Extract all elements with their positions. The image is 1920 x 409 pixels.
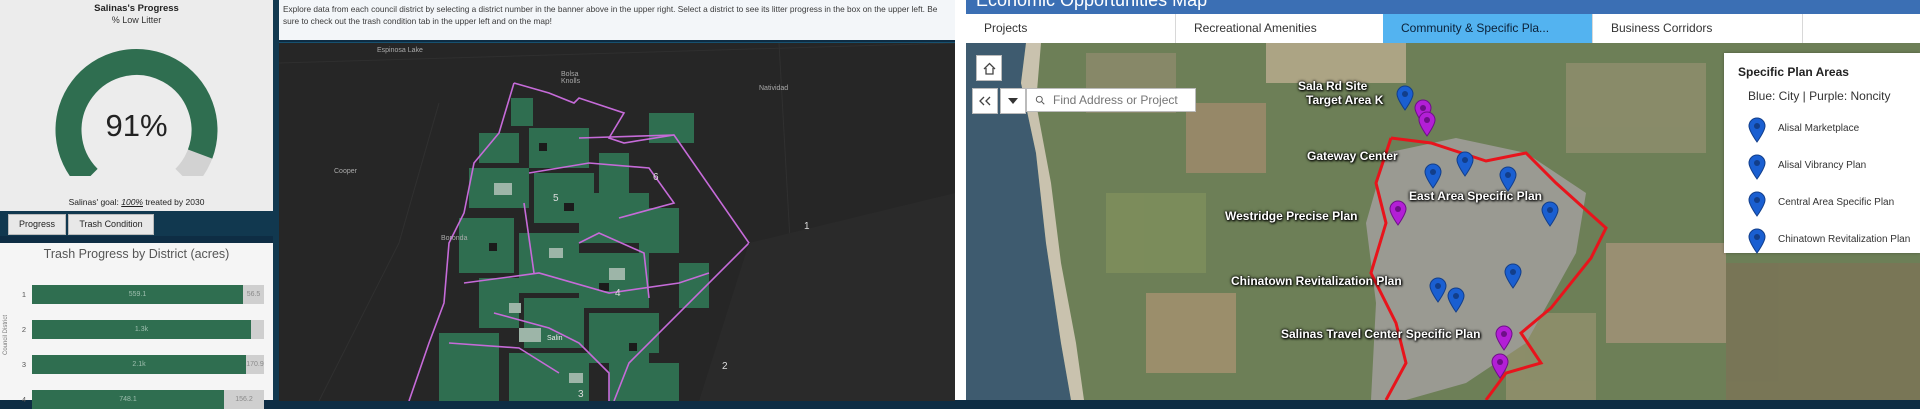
goal-text: Salinas' goal: 100% treated by 2030	[0, 197, 273, 207]
map-label-target-area-k: Target Area K	[1306, 93, 1384, 107]
map-pin-icon	[1748, 154, 1766, 180]
city-plan-pin[interactable]	[1424, 163, 1442, 189]
legend-item: Chinatown Revitalization Plan	[1748, 228, 1910, 256]
district-row-label: 1	[21, 290, 26, 299]
gauge-value: 91%	[105, 108, 168, 143]
trash-axis-label: Council District	[3, 314, 9, 355]
goal-percent: 100%	[121, 197, 143, 207]
home-icon	[983, 62, 995, 75]
noncity-plan-pin[interactable]	[1491, 353, 1509, 379]
econ-tabbar: Projects Recreational Amenities Communit…	[966, 14, 1920, 44]
explore-banner: Explore data from each council district …	[279, 0, 955, 40]
tab-business-corridors[interactable]: Business Corridors	[1593, 14, 1803, 43]
noncity-plan-pin[interactable]	[1389, 200, 1407, 226]
dashboard-tabstrip: Progress Trash Condition	[0, 211, 273, 236]
search-box	[1026, 88, 1196, 112]
econ-title: Economic Opportunities Map	[976, 0, 1208, 10]
place-label-boronda: Boronda	[441, 235, 468, 242]
legend-item-label: Chinatown Revitalization Plan	[1778, 234, 1911, 245]
place-label-bolsa-knolls: Bolsa Knolls	[561, 71, 581, 85]
map-label-chinatown: Chinatown Revitalization Plan	[1231, 274, 1402, 288]
bar-treated[interactable]: 2.1k	[32, 355, 246, 374]
goal-suffix: treated by 2030	[142, 197, 205, 207]
city-plan-pin[interactable]	[1456, 151, 1474, 177]
map-label-east-area: East Area Specific Plan	[1409, 189, 1542, 203]
aerial-map[interactable]: Sala Rd Site Target Area K Gateway Cente…	[966, 43, 1920, 400]
place-label-natividad: Natividad	[759, 85, 789, 92]
noncity-plan-pin[interactable]	[1495, 325, 1513, 351]
search-source-dropdown[interactable]	[1000, 88, 1026, 114]
city-plan-pin[interactable]	[1504, 263, 1522, 289]
tab-trash-condition[interactable]: Trash Condition	[68, 214, 154, 235]
collapse-button[interactable]	[972, 88, 998, 114]
legend-subtitle: Blue: City | Purple: Noncity	[1748, 89, 1891, 103]
explore-text: Explore data from each council district …	[283, 4, 938, 26]
trash-progress-panel: Trash Progress by District (acres) 1 559.…	[0, 243, 273, 409]
city-plan-pin[interactable]	[1396, 85, 1414, 111]
district-label-2: 2	[722, 361, 728, 372]
district-label-3: 3	[578, 389, 584, 400]
district-label-1: 1	[804, 221, 810, 232]
map-label-westridge: Westridge Precise Plan	[1225, 209, 1358, 223]
tab-community-specific-plans[interactable]: Community & Specific Pla...	[1383, 14, 1593, 43]
map-pin-icon	[1748, 228, 1766, 254]
legend-item-label: Central Area Specific Plan	[1778, 197, 1895, 208]
city-plan-pin[interactable]	[1499, 166, 1517, 192]
legend-item-label: Alisal Vibrancy Plan	[1778, 160, 1867, 171]
place-label-cooper: Cooper	[334, 168, 357, 175]
tab-projects[interactable]: Projects	[966, 14, 1176, 43]
district-label-4: 4	[615, 288, 621, 299]
map-label-gateway-center: Gateway Center	[1307, 149, 1398, 163]
map-label-sala-rd: Sala Rd Site	[1298, 79, 1368, 93]
legend-item: Alisal Vibrancy Plan	[1748, 154, 1866, 182]
district-map-canvas	[279, 43, 955, 401]
caret-down-icon	[1008, 98, 1018, 104]
panel-gap	[955, 0, 966, 400]
district-row-label: 3	[21, 360, 26, 369]
home-button[interactable]	[976, 55, 1002, 81]
map-pin-icon	[1748, 191, 1766, 217]
econ-header: Economic Opportunities Map	[966, 0, 1920, 14]
search-icon	[1035, 95, 1045, 105]
district-map[interactable]: Espinosa Lake Bolsa Knolls Natividad Coo…	[279, 42, 955, 401]
trash-chart-title: Trash Progress by District (acres)	[43, 247, 230, 261]
tab-recreational-amenities[interactable]: Recreational Amenities	[1176, 14, 1386, 43]
double-chevron-left-icon	[979, 96, 991, 106]
district-label-5: 5	[553, 193, 559, 204]
city-plan-pin[interactable]	[1447, 287, 1465, 313]
place-label-espinosa: Espinosa Lake	[377, 47, 423, 54]
bar-treated[interactable]: 559.1	[32, 285, 243, 304]
bar-untreated[interactable]	[251, 320, 264, 339]
place-label-salinas: Salin	[547, 335, 563, 342]
legend-item: Central Area Specific Plan	[1748, 191, 1894, 219]
tab-progress[interactable]: Progress	[8, 214, 66, 235]
bar-untreated[interactable]: 170.9	[246, 355, 264, 374]
goal-prefix: Salinas' goal:	[68, 197, 122, 207]
map-label-travel-center: Salinas Travel Center Specific Plan	[1281, 327, 1481, 341]
legend-item: Alisal Marketplace	[1748, 117, 1859, 145]
legend-panel: Specific Plan Areas Blue: City | Purple:…	[1724, 53, 1920, 256]
progress-subtitle: % Low Litter	[111, 15, 162, 25]
bar-untreated[interactable]: 56.5	[243, 285, 264, 304]
legend-title: Specific Plan Areas	[1738, 65, 1849, 79]
city-plan-pin[interactable]	[1541, 201, 1559, 227]
bar-treated[interactable]: 1.3k	[32, 320, 251, 339]
district-label-6: 6	[653, 172, 659, 183]
progress-title: Salinas's Progress	[94, 3, 179, 14]
noncity-plan-pin[interactable]	[1418, 111, 1436, 137]
legend-item-label: Alisal Marketplace	[1778, 123, 1860, 134]
search-input[interactable]	[1051, 92, 1195, 108]
map-pin-icon	[1748, 117, 1766, 143]
city-plan-pin[interactable]	[1429, 277, 1447, 303]
district-row-label: 2	[21, 325, 26, 334]
